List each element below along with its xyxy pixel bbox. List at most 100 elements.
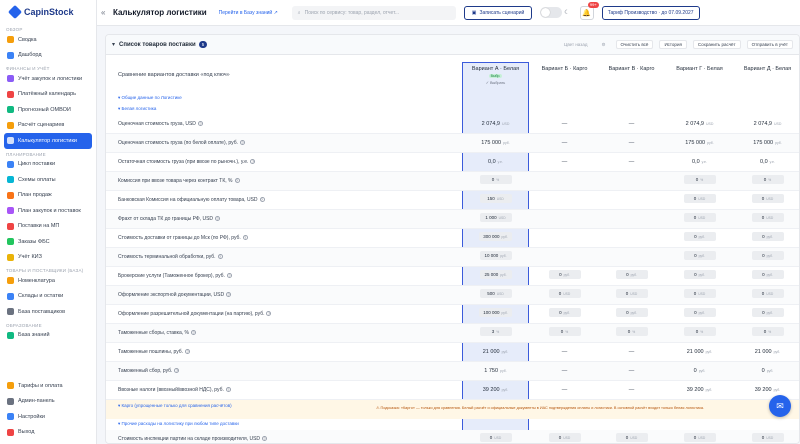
value-input[interactable]: 0 USD — [548, 289, 581, 298]
value-input[interactable]: 0 руб. — [751, 232, 784, 241]
section-label[interactable]: ▾ Прочие расходы на логистику при любом … — [118, 421, 239, 427]
table-cell[interactable]: 300 000 руб. — [462, 232, 529, 241]
table-cell[interactable]: 0 руб. — [666, 251, 733, 260]
table-cell[interactable]: 0% — [734, 175, 799, 184]
sidebar-item[interactable]: Учёт закупок и логистики — [0, 71, 96, 87]
chat-support-button[interactable]: ✉ — [769, 395, 791, 417]
table-cell[interactable]: 0% — [734, 327, 799, 336]
table-cell[interactable]: 0 USD — [666, 194, 733, 203]
table-cell[interactable]: 0 USD — [598, 289, 665, 298]
table-cell[interactable]: 100 000 руб. — [462, 308, 529, 317]
section-label[interactable]: ▾ Белая логистика — [118, 106, 156, 112]
table-cell[interactable]: 0 USD — [734, 289, 799, 298]
help-icon[interactable]: ? — [250, 159, 256, 164]
table-cell[interactable]: 0 руб. — [666, 270, 733, 279]
value-input[interactable]: 0 USD — [479, 433, 512, 442]
sidebar-item[interactable]: Расчёт сценариев — [0, 118, 96, 134]
value-input[interactable]: 10 000 руб. — [479, 251, 512, 260]
help-icon[interactable]: ? — [190, 330, 196, 335]
record-scenario-button[interactable]: ▣ Записать сценарий — [463, 5, 533, 20]
table-cell[interactable]: 0% — [666, 327, 733, 336]
panel-header[interactable]: ▾ Список товаров поставки 5 Цвет назад ⚙… — [106, 35, 799, 55]
value-input[interactable]: 0 USD — [751, 433, 784, 442]
value-input[interactable]: 500 USD — [479, 289, 512, 298]
value-input[interactable]: 0 USD — [615, 289, 648, 298]
value-input[interactable]: 0 USD — [683, 213, 716, 222]
value-input[interactable]: 0% — [683, 327, 716, 336]
sidebar-item[interactable]: База поставщиков — [0, 304, 96, 320]
value-input[interactable]: 0 руб. — [615, 308, 648, 317]
value-input[interactable]: 0% — [751, 175, 784, 184]
sidebar-bottom-item[interactable]: Тарифы и оплата — [0, 378, 96, 394]
sidebar-bottom-item[interactable]: Админ-панель — [0, 394, 96, 410]
value-input[interactable]: 0 USD — [683, 433, 716, 442]
sidebar-item[interactable]: План закупок и поставок — [0, 203, 96, 219]
variant-header[interactable]: Вариант А · Белая Выбр. ✓ Выбрать — [462, 66, 529, 85]
table-section-row[interactable]: ▾ Белая логистика — [106, 104, 799, 115]
sidebar-bottom-item[interactable]: Выход — [0, 425, 96, 441]
search-input[interactable]: ⌕ Поиск по сервису: товар, раздел, отчет… — [291, 5, 456, 20]
help-icon[interactable]: ? — [185, 349, 191, 354]
table-cell[interactable]: 0% — [531, 327, 598, 336]
table-cell[interactable]: 0 руб. — [531, 308, 598, 317]
help-icon[interactable]: ? — [225, 387, 231, 392]
value-input[interactable]: 0 руб. — [548, 308, 581, 317]
value-input[interactable]: 0 руб. — [751, 308, 784, 317]
value-input[interactable]: 0 руб. — [683, 308, 716, 317]
variant-header[interactable]: Вариант Д · Белая — [734, 66, 799, 72]
sidebar-item[interactable]: Калькулятор логистики — [4, 133, 92, 149]
variant-select-link[interactable]: ✓ Выбрать — [462, 80, 529, 85]
help-icon[interactable]: ? — [259, 197, 265, 202]
value-input[interactable]: 1 000 USD — [479, 213, 512, 222]
variant-header[interactable]: Вариант Б · Карго — [531, 66, 598, 72]
help-icon[interactable]: ? — [262, 436, 268, 441]
value-input[interactable]: 0 USD — [751, 289, 784, 298]
sidebar-item[interactable]: Склады и остатки — [0, 289, 96, 305]
table-cell[interactable]: 0 USD — [531, 433, 598, 442]
help-icon[interactable]: ? — [226, 273, 232, 278]
table-cell[interactable]: 0 USD — [734, 194, 799, 203]
table-cell[interactable]: 0 USD — [666, 213, 733, 222]
table-section-row[interactable]: ▾ Карго (упрощенные только для сравнения… — [106, 400, 799, 419]
sidebar-item[interactable]: Дашборд — [0, 48, 96, 64]
value-input[interactable]: 0% — [615, 327, 648, 336]
notifications-button[interactable]: 🔔 99+ — [579, 1, 599, 20]
sidebar-item[interactable]: Схемы оплаты — [0, 172, 96, 188]
sidebar-bottom-item[interactable]: Настройки — [0, 409, 96, 425]
table-cell[interactable]: 0 руб. — [531, 270, 598, 279]
value-input[interactable]: 0 руб. — [683, 270, 716, 279]
send-to-accounting-button[interactable]: Отправить в учёт — [746, 40, 793, 49]
table-cell[interactable]: 0 USD — [734, 433, 799, 442]
tariff-button[interactable]: Тариф Производство · до 07.09.2027 — [601, 5, 700, 20]
value-input[interactable]: 0 USD — [751, 213, 784, 222]
help-icon[interactable]: ? — [215, 216, 221, 221]
variant-header[interactable]: Вариант В · Карго — [598, 66, 665, 72]
sidebar-item[interactable]: Учёт КИЗ — [0, 250, 96, 266]
sidebar-item[interactable]: Платёжный календарь — [0, 87, 96, 103]
theme-toggle[interactable] — [540, 7, 563, 18]
table-cell[interactable]: 0 USD — [531, 289, 598, 298]
sidebar-item[interactable]: Номенклатура — [0, 273, 96, 289]
value-input[interactable]: 3% — [479, 327, 512, 336]
table-cell[interactable]: 500 USD — [462, 289, 529, 298]
sidebar-item[interactable]: База знаний — [0, 328, 96, 344]
value-input[interactable]: 0 руб. — [548, 270, 581, 279]
sidebar-item[interactable]: Сводка — [0, 32, 96, 48]
table-cell[interactable]: 25 000 руб. — [462, 270, 529, 279]
value-input[interactable]: 0 USD — [751, 194, 784, 203]
table-cell[interactable]: 0 USD — [462, 433, 529, 442]
sidebar-item[interactable]: Прогнозный ОМВОИ — [0, 102, 96, 118]
variant-header[interactable]: Вариант Г · Белая — [666, 66, 733, 72]
settings-icon[interactable]: ⚙ — [597, 41, 609, 49]
table-cell[interactable]: 1 000 USD — [462, 213, 529, 222]
table-cell[interactable]: 0% — [462, 175, 529, 184]
value-input[interactable]: 0% — [548, 327, 581, 336]
value-input[interactable]: 0 USD — [615, 433, 648, 442]
knowledge-base-link[interactable]: Перейти в Базу знаний ↗ — [219, 10, 278, 16]
value-input[interactable]: 0 руб. — [751, 251, 784, 260]
section-label[interactable]: ▾ Карго (упрощенные только для сравнения… — [118, 403, 232, 409]
sidebar-item[interactable]: Поставки на МП — [0, 219, 96, 235]
help-icon[interactable]: ? — [266, 311, 272, 316]
table-cell[interactable]: 0 руб. — [734, 251, 799, 260]
color-back-button[interactable]: Цвет назад — [560, 41, 591, 48]
